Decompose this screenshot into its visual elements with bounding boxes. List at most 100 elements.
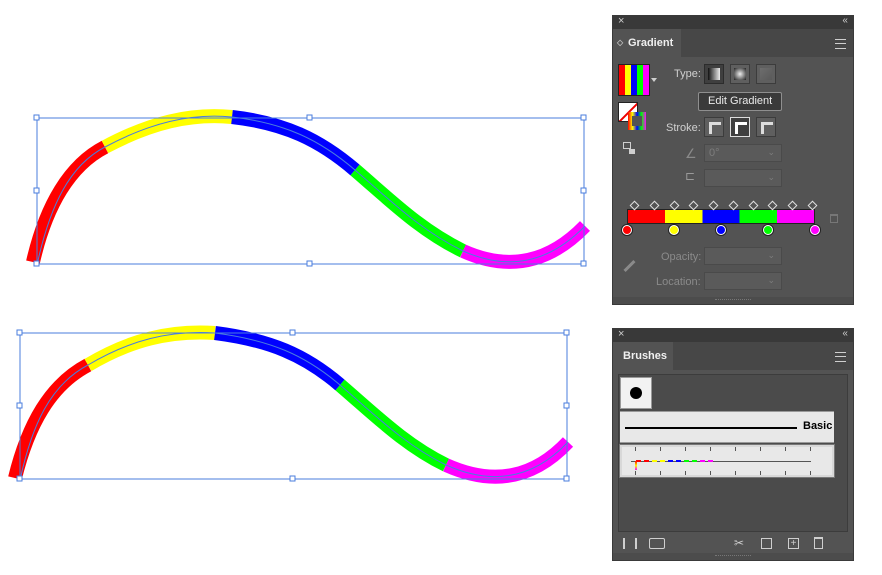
stroke-within-button[interactable] [704,117,724,137]
handle[interactable] [580,114,587,121]
opacity-dropdown[interactable]: ⌄ [704,247,782,265]
chevron-down-icon: ⌄ [767,172,775,182]
tab-row: Brushes [613,342,853,370]
brush-dash [684,460,689,462]
location-label: Location: [656,276,701,288]
color-stop[interactable] [669,225,679,235]
brush-libraries-icon[interactable] [623,538,637,549]
handle[interactable] [16,402,23,409]
brush-tick-line [631,461,811,462]
segment-blue [231,110,360,176]
gradient-slider[interactable] [627,209,815,224]
tab-label: Gradient [628,37,674,49]
angle-dropdown[interactable]: 0° ⌄ [704,144,782,162]
tab-arrows-icon: ◇ [617,38,624,47]
swap-fill-stroke-icon[interactable] [623,142,637,156]
brush-tick [685,447,686,451]
collapse-icon[interactable]: ‹‹ [842,328,848,339]
handle[interactable] [16,329,23,336]
handle[interactable] [580,187,587,194]
panel-menu-icon[interactable] [835,39,846,49]
brush-list: Basic [618,374,848,532]
location-dropdown[interactable]: ⌄ [704,272,782,290]
gradient-swatch[interactable] [618,64,650,96]
handle[interactable] [16,475,23,482]
brush-tick [785,447,786,451]
stroked-path-top[interactable] [26,109,591,269]
tab-gradient[interactable]: ◇ Gradient [613,29,681,57]
segment-magenta [460,221,591,269]
color-stop[interactable] [716,225,726,235]
delete-stop-icon[interactable] [830,214,838,223]
panel-menu-icon[interactable] [835,352,846,362]
handle[interactable] [289,475,296,482]
panel-resize-gripper[interactable] [613,297,853,304]
basic-brush-row[interactable]: Basic [620,411,834,443]
brush-dash [668,460,673,462]
opacity-label: Opacity: [661,251,702,263]
color-stop[interactable] [763,225,773,235]
collapse-icon[interactable]: ‹‹ [842,15,848,26]
tab-brushes[interactable]: Brushes [613,342,673,370]
stroked-path-bottom[interactable] [8,325,574,484]
handle[interactable] [33,260,40,267]
brush-tick [760,471,761,475]
fill-stroke-proxy[interactable] [618,102,648,132]
color-stop[interactable] [622,225,632,235]
handle[interactable] [563,475,570,482]
gradient-panel: × ‹‹ ◇ Gradient Type: Edit Gradient Stro… [612,15,854,305]
brush-tick [710,471,711,475]
brush-corner-marker [635,461,637,470]
brush-tick [810,471,811,475]
color-stop[interactable] [810,225,820,235]
handle[interactable] [289,329,296,336]
brush-tick [810,447,811,451]
close-icon[interactable]: × [618,328,624,340]
remove-brush-stroke-icon[interactable]: ✂ [734,537,746,549]
linear-gradient-button[interactable] [704,64,724,84]
stroke-label: Stroke: [666,122,701,134]
radial-gradient-button[interactable] [730,64,750,84]
handle[interactable] [580,260,587,267]
artboard-canvas[interactable] [0,0,600,575]
tab-row: ◇ Gradient [613,29,853,57]
handle[interactable] [306,260,313,267]
freeform-gradient-button[interactable] [756,64,776,84]
panel-titlebar[interactable]: × ‹‹ [613,15,853,29]
close-icon[interactable]: × [618,15,624,27]
stroke-across-icon [761,122,773,134]
panel-resize-gripper[interactable] [613,553,853,560]
delete-brush-icon[interactable] [814,537,823,549]
segment-red [8,358,92,480]
stroke-within-icon [709,122,721,134]
segment-green [350,164,467,258]
swatch-dropdown-icon[interactable] [651,78,657,82]
handle[interactable] [306,114,313,121]
segment-green [335,379,450,472]
brushes-panel: × ‹‹ Brushes Basic ✂ + [612,328,854,561]
basic-brush-stroke [625,427,797,429]
stroke-along-icon [735,122,747,134]
brush-dash [660,460,665,462]
aspect-ratio-dropdown[interactable]: ⌄ [704,169,782,187]
brush-dot-icon [630,387,642,399]
handle[interactable] [33,187,40,194]
panel-titlebar[interactable]: × ‹‹ [613,328,853,342]
new-brush-icon[interactable]: + [788,538,799,549]
brush-options-icon[interactable] [761,538,772,549]
chevron-down-icon: ⌄ [767,275,775,285]
handle[interactable] [563,402,570,409]
stroke-across-button[interactable] [756,117,776,137]
handle[interactable] [33,114,40,121]
edit-gradient-tooltip: Edit Gradient [698,92,783,111]
segment-red [26,140,109,264]
handle[interactable] [563,329,570,336]
libraries-panel-icon[interactable] [649,538,665,549]
stroke-along-button[interactable] [730,117,750,137]
segment-yellow [84,325,216,372]
calligraphic-brush[interactable] [620,377,652,409]
gradient-pattern-brush-row[interactable] [619,444,835,478]
brush-tick [785,471,786,475]
eyedropper-icon[interactable] [623,259,636,273]
type-label: Type: [674,68,701,80]
